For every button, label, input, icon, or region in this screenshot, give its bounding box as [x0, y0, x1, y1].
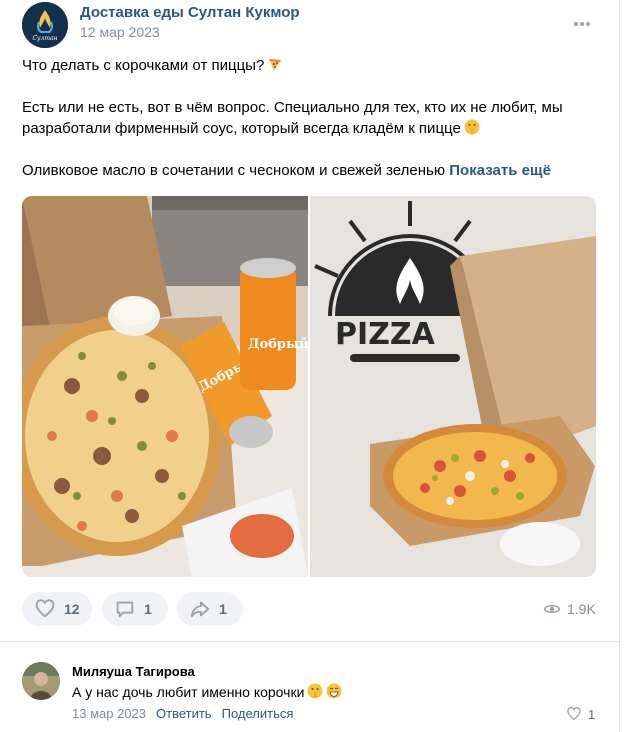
heart-icon [35, 599, 55, 618]
svg-text:Добрый: Добрый [248, 337, 308, 352]
like-button[interactable]: 12 [22, 592, 92, 626]
post-text-line: разработали фирменный соус, который всег… [22, 118, 602, 139]
comment-reply-link[interactable]: Ответить [156, 706, 212, 721]
post-text: Что делать с корочками от пиццы? Есть ил… [22, 55, 602, 181]
comment-like-button[interactable]: 1 [566, 706, 595, 722]
like-count: 12 [64, 601, 80, 617]
eye-icon [543, 604, 561, 614]
share-button[interactable]: 1 [177, 592, 243, 626]
divider [0, 641, 619, 642]
comment-icon [116, 601, 134, 618]
views-counter: 1.9K [543, 600, 596, 618]
shushing-face-emoji [307, 683, 323, 699]
group-name-link[interactable]: Доставка еды Султан Кукмор [80, 4, 300, 21]
shushing-face-emoji [464, 119, 480, 135]
share-arrow-icon [190, 601, 210, 618]
more-dots-icon[interactable] [572, 16, 592, 32]
svg-text:PIZZA: PIZZA [335, 317, 436, 352]
comment-meta: 13 мар 2023 Ответить Поделиться [72, 706, 293, 721]
post-text-line: Оливковое масло в сочетании с чесноком и… [22, 162, 551, 179]
comment-author-avatar[interactable] [22, 662, 60, 700]
share-count: 1 [219, 601, 227, 617]
comment-like-count: 1 [588, 706, 596, 722]
views-count: 1.9K [567, 601, 596, 617]
comment-date[interactable]: 13 мар 2023 [72, 706, 146, 721]
post-text-line: Что делать с корочками от пиццы? [22, 55, 602, 76]
comment-count: 1 [144, 601, 152, 617]
comment-share-link[interactable]: Поделиться [222, 706, 294, 721]
show-more-link[interactable]: Показать ещё [449, 162, 551, 179]
post-date[interactable]: 12 мар 2023 [80, 24, 160, 40]
post-photo-2[interactable]: PIZZA [310, 196, 596, 577]
svg-text:Султан: Султан [32, 35, 57, 42]
pizza-emoji [269, 59, 282, 71]
page-scroll-area[interactable] [619, 0, 640, 732]
grinning-face-emoji [326, 683, 342, 699]
comment-button[interactable]: 1 [102, 592, 168, 626]
comment-author-name[interactable]: Миляуша Тагирова [72, 664, 195, 679]
post-text-line: Есть или не есть, вот в чём вопрос. Спец… [22, 99, 563, 116]
heart-icon [567, 706, 581, 721]
post-photo-1[interactable]: Добрый Добрый [22, 196, 308, 577]
comment-text: А у нас дочь любит именно корочки [72, 683, 342, 700]
group-logo: Султан [22, 2, 68, 48]
group-avatar[interactable]: Султан [22, 2, 68, 48]
post-card: Султан Доставка еды Султан Кукмор 12 мар… [0, 0, 619, 732]
